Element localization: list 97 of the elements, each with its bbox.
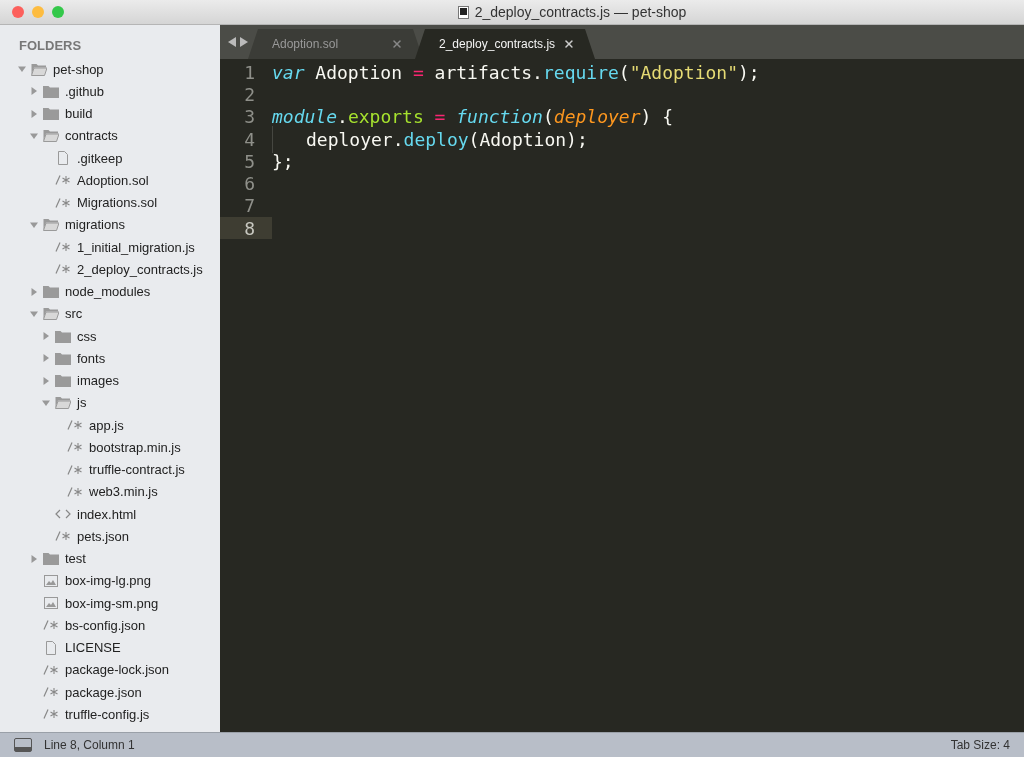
folder-name[interactable]: contracts — [65, 128, 118, 144]
folder-icon — [55, 374, 71, 388]
code-line: module.exports = function(deployer) { — [272, 106, 673, 128]
folder-icon — [43, 285, 59, 299]
file-name[interactable]: web3.min.js — [89, 484, 158, 500]
collapsed-arrow-icon[interactable] — [30, 87, 38, 96]
code-file-icon — [55, 242, 71, 253]
file-name[interactable]: 2_deploy_contracts.js — [77, 261, 203, 277]
folder-icon — [43, 84, 59, 98]
line-number: 4 — [243, 127, 256, 151]
code-file-icon — [55, 197, 71, 208]
file-name[interactable]: box-img-lg.png — [65, 573, 151, 589]
close-window-button[interactable] — [12, 6, 24, 18]
code-file-icon — [43, 687, 59, 698]
sidebar-heading: FOLDERS — [18, 38, 83, 55]
folder-name[interactable]: images — [77, 373, 119, 389]
code-line: deployer.deploy(Adoption); — [306, 128, 588, 150]
collapsed-arrow-icon[interactable] — [42, 376, 50, 385]
tab-size[interactable]: Tab Size: 4 — [950, 738, 1010, 752]
minimize-window-button[interactable] — [32, 6, 44, 18]
folder-icon — [55, 351, 71, 365]
file-name[interactable]: app.js — [89, 417, 124, 433]
code-file-icon — [43, 664, 59, 675]
file-name[interactable]: box-img-sm.png — [65, 595, 159, 611]
collapsed-arrow-icon[interactable] — [42, 354, 50, 363]
image-file-icon — [43, 596, 59, 611]
line-number: 6 — [243, 172, 256, 195]
markup-file-icon — [55, 509, 71, 520]
code-line: var Adoption = artifacts.require("Adoption"); — [272, 61, 760, 83]
code-file-icon — [67, 486, 83, 497]
blank-file-icon — [55, 151, 71, 166]
folder-name[interactable]: build — [65, 106, 93, 122]
collapsed-arrow-icon[interactable] — [30, 109, 38, 118]
file-name[interactable]: .gitkeep — [77, 150, 123, 166]
line-number: 1 — [243, 61, 256, 84]
image-file-icon — [43, 573, 59, 588]
blank-file-icon — [43, 640, 59, 655]
file-name[interactable]: package-lock.json — [65, 662, 170, 678]
file-name[interactable]: Adoption.sol — [77, 172, 149, 188]
code-line: }; — [272, 150, 294, 172]
expanded-arrow-icon[interactable] — [18, 65, 26, 74]
code-file-icon — [43, 709, 59, 720]
file-name[interactable]: bootstrap.min.js — [89, 439, 181, 455]
zoom-window-button[interactable] — [52, 6, 64, 18]
forward-arrow-icon[interactable] — [240, 37, 248, 47]
file-name[interactable]: pets.json — [77, 528, 130, 544]
cursor-position: Line 8, Column 1 — [44, 738, 135, 752]
code-file-icon — [55, 175, 71, 186]
folder-name[interactable]: js — [77, 395, 87, 411]
folder-icon — [43, 107, 59, 121]
open-folder-icon — [43, 218, 59, 232]
file-name[interactable]: 1_initial_migration.js — [77, 239, 195, 255]
file-name[interactable]: index.html — [77, 506, 137, 522]
folder-name[interactable]: css — [77, 328, 97, 344]
open-folder-icon — [43, 129, 59, 143]
file-name[interactable]: truffle-config.js — [65, 706, 150, 722]
expanded-arrow-icon[interactable] — [30, 309, 38, 318]
folder-icon — [43, 552, 59, 566]
line-number: 3 — [243, 105, 256, 128]
code-file-icon — [55, 531, 71, 542]
folder-name[interactable]: fonts — [77, 350, 106, 366]
open-folder-icon — [55, 396, 71, 410]
open-folder-icon — [43, 307, 59, 321]
file-name[interactable]: package.json — [65, 684, 142, 700]
expanded-arrow-icon[interactable] — [30, 220, 38, 229]
document-icon — [457, 5, 469, 19]
folder-name[interactable]: node_modules — [65, 284, 151, 300]
expanded-arrow-icon[interactable] — [30, 131, 38, 140]
expanded-arrow-icon[interactable] — [42, 398, 50, 407]
folder-name[interactable]: .github — [65, 83, 105, 99]
collapsed-arrow-icon[interactable] — [42, 332, 50, 341]
line-number: 2 — [243, 83, 256, 106]
code-file-icon — [67, 442, 83, 453]
editor-tab[interactable]: 2_deploy_contracts.js — [415, 29, 595, 59]
folder-icon — [55, 329, 71, 343]
code-file-icon — [43, 620, 59, 631]
collapsed-arrow-icon[interactable] — [30, 287, 38, 296]
code-file-icon — [67, 420, 83, 431]
open-folder-icon — [31, 62, 47, 76]
folder-name[interactable]: migrations — [65, 217, 125, 233]
file-name[interactable]: bs-config.json — [65, 617, 146, 633]
folder-name[interactable]: test — [65, 551, 86, 567]
line-number: 8 — [220, 217, 272, 240]
close-icon[interactable] — [563, 38, 575, 50]
folder-name[interactable]: src — [65, 306, 83, 322]
panel-toggle-icon[interactable] — [14, 738, 32, 752]
file-name[interactable]: LICENSE — [65, 640, 121, 656]
code-file-icon — [67, 464, 83, 475]
file-name[interactable]: truffle-contract.js — [89, 462, 185, 478]
folder-name[interactable]: pet-shop — [53, 61, 104, 77]
window-title: 2_deploy_contracts.js — pet-shop — [474, 4, 687, 20]
line-number: 5 — [243, 150, 256, 173]
code-file-icon — [55, 264, 71, 275]
back-arrow-icon[interactable] — [228, 37, 236, 47]
collapsed-arrow-icon[interactable] — [30, 554, 38, 563]
line-number: 7 — [243, 194, 256, 218]
file-name[interactable]: Migrations.sol — [77, 195, 158, 211]
